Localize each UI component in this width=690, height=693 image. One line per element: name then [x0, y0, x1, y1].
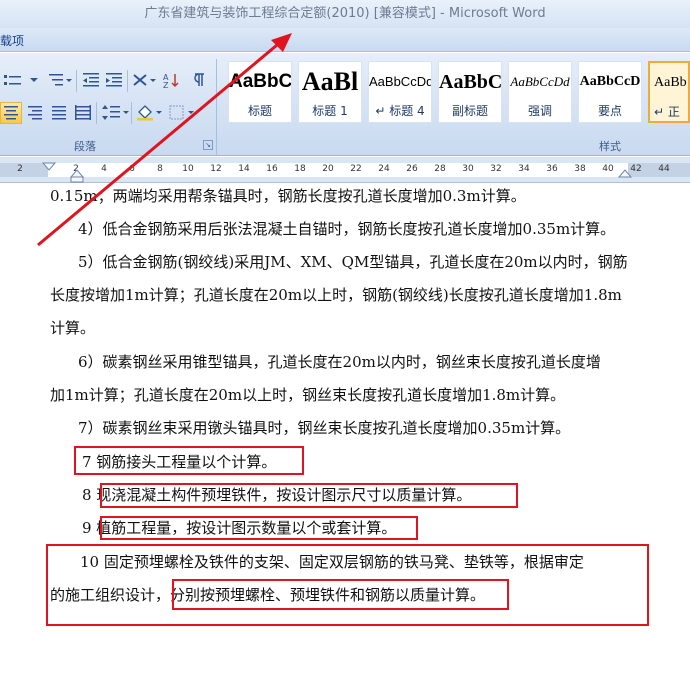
annotation-arrow-icon — [37, 33, 292, 247]
